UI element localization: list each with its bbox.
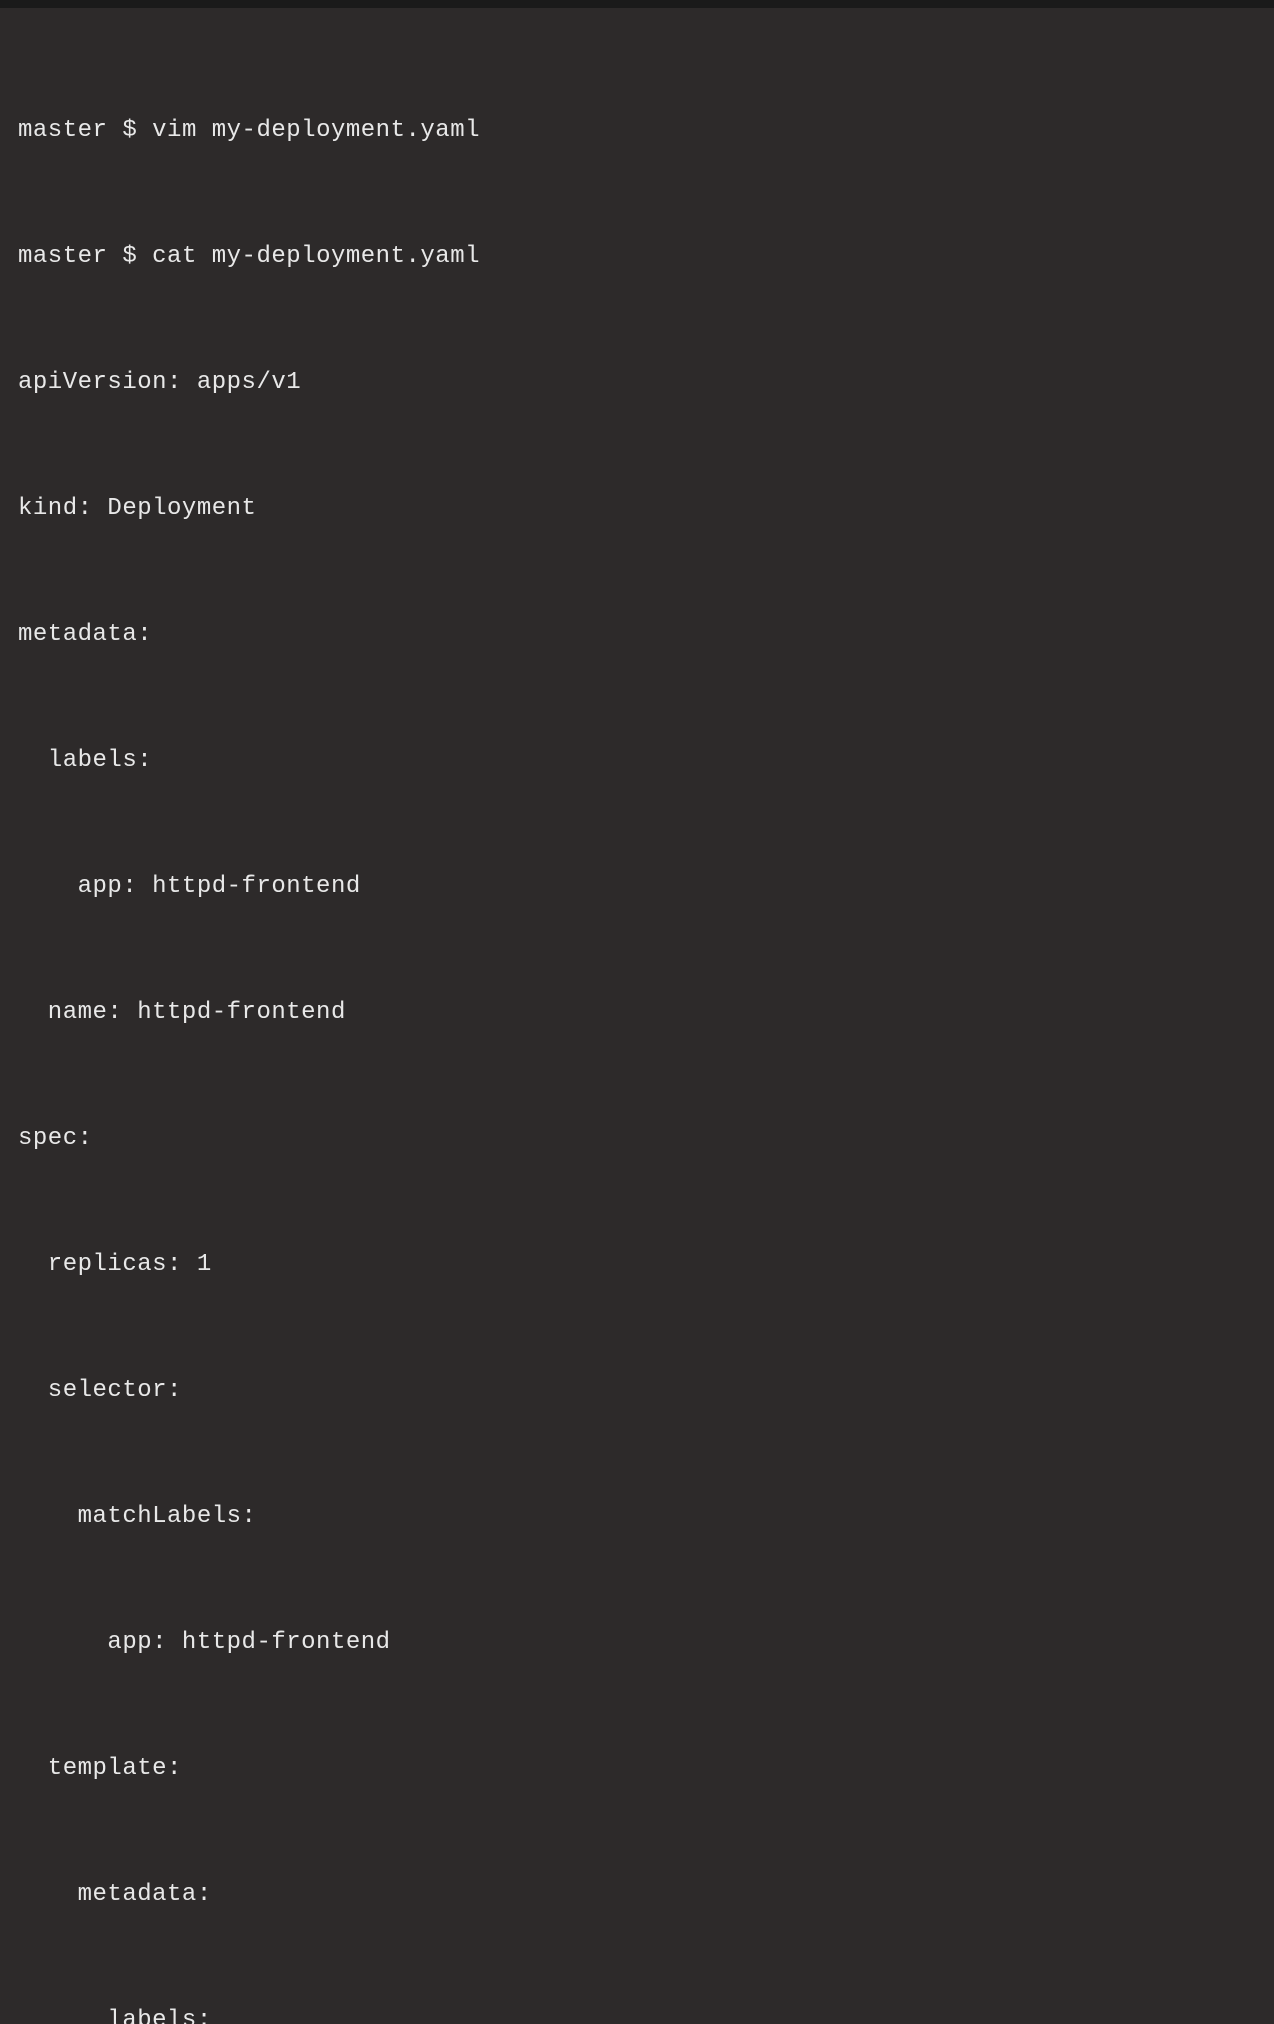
output-line: app: httpd-frontend <box>18 866 1256 908</box>
prompt-symbol: $ <box>122 117 137 144</box>
prompt-symbol: $ <box>122 243 137 270</box>
history-line: master $ cat my-deployment.yaml <box>18 236 1256 278</box>
prompt-host: master <box>18 117 107 144</box>
output-line: template: <box>18 1748 1256 1790</box>
output-line: selector: <box>18 1370 1256 1412</box>
output-line: metadata: <box>18 1874 1256 1916</box>
output-line: replicas: 1 <box>18 1244 1256 1286</box>
terminal-viewport[interactable]: master $ vim my-deployment.yaml master $… <box>0 8 1274 2024</box>
tab-segment <box>0 11 225 19</box>
output-line: app: httpd-frontend <box>18 1622 1256 1664</box>
history-line: master $ vim my-deployment.yaml <box>18 110 1256 152</box>
output-line: spec: <box>18 1118 1256 1160</box>
output-line: name: httpd-frontend <box>18 992 1256 1034</box>
output-line: matchLabels: <box>18 1496 1256 1538</box>
prompt-host: master <box>18 243 107 270</box>
output-line: labels: <box>18 2000 1256 2024</box>
command-text: cat my-deployment.yaml <box>152 243 480 270</box>
output-line: labels: <box>18 740 1256 782</box>
output-line: kind: Deployment <box>18 488 1256 530</box>
output-line: apiVersion: apps/v1 <box>18 362 1256 404</box>
output-line: metadata: <box>18 614 1256 656</box>
window-top-bar <box>0 0 1274 8</box>
command-text: vim my-deployment.yaml <box>152 117 480 144</box>
